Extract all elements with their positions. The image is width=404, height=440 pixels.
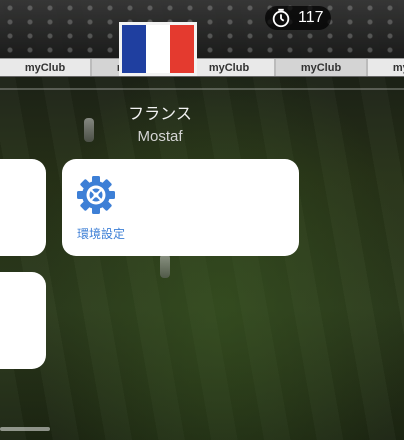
flag-stripe-red — [170, 25, 194, 73]
ad-board-segment: myClub — [368, 59, 404, 76]
timer-value: 117 — [298, 9, 324, 26]
settings-card[interactable]: 環境設定 — [62, 159, 299, 256]
france-flag[interactable] — [119, 22, 197, 76]
background-player — [160, 254, 170, 278]
settings-label: 環境設定 — [77, 227, 126, 241]
ad-board: myClub myClub myClub myClub myClub — [0, 58, 404, 77]
flag-stripe-blue — [122, 25, 146, 73]
stadium-stands — [0, 0, 404, 58]
ad-board-segment: myClub — [0, 59, 92, 76]
scroll-indicator[interactable] — [0, 427, 50, 431]
ad-board-segment: myClub — [184, 59, 276, 76]
stopwatch-icon — [272, 8, 290, 28]
ad-board-segment: myClub — [276, 59, 368, 76]
country-name: フランス — [128, 104, 192, 123]
flag-stripe-white — [146, 25, 170, 73]
menu-card-partial[interactable] — [0, 159, 46, 256]
player-name: Mostaf — [137, 128, 183, 145]
gear-icon — [77, 176, 115, 214]
stamina-timer: 117 — [265, 6, 331, 30]
menu-card-partial[interactable] — [0, 272, 46, 369]
field-line — [0, 88, 404, 90]
